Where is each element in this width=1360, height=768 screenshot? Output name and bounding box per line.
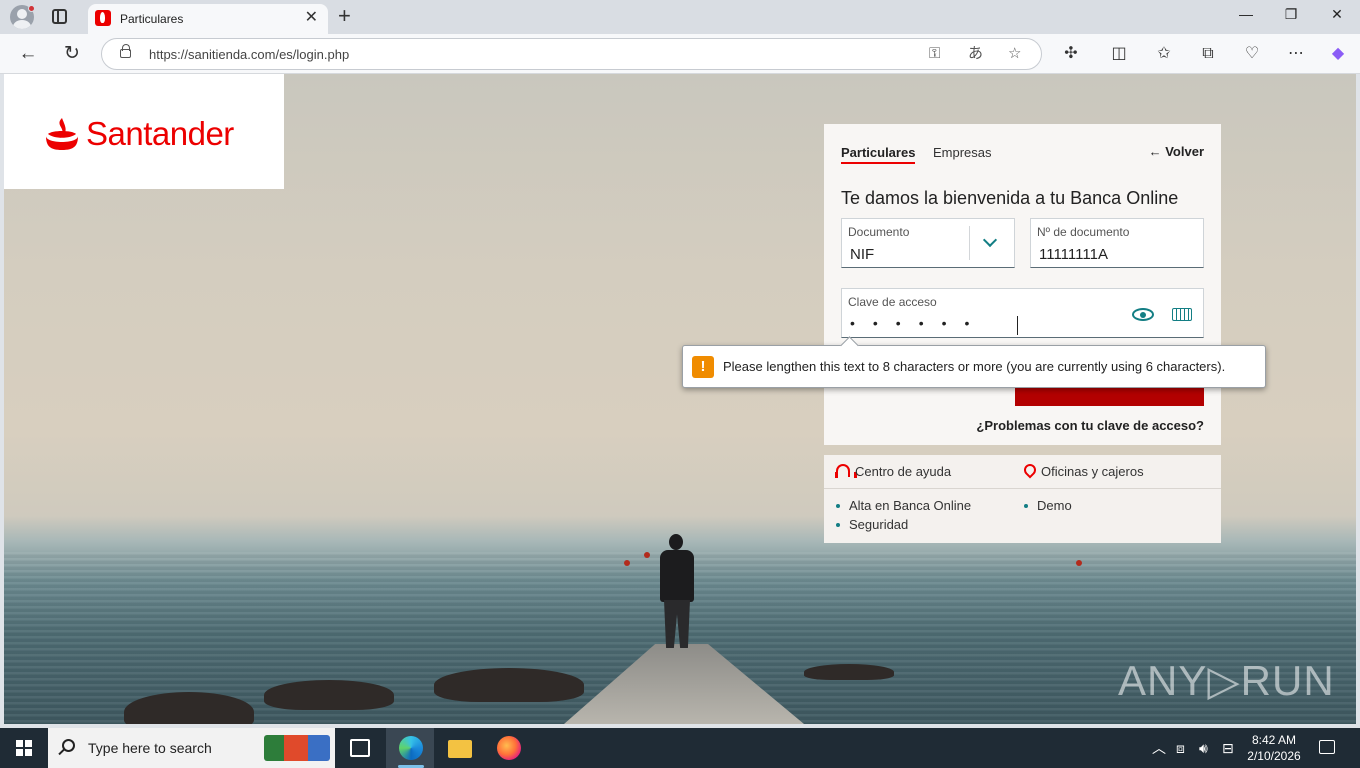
split-screen-icon[interactable]: ◫ [1108, 44, 1130, 64]
back-arrow-icon[interactable]: ← [17, 43, 39, 65]
network-icon[interactable]: ⊟ [1222, 739, 1234, 757]
meet-now-icon[interactable]: ⧈ [1176, 739, 1185, 757]
buoy [624, 560, 630, 566]
virtual-keyboard-icon[interactable] [1172, 308, 1192, 321]
document-type-value[interactable]: NIF [850, 246, 874, 263]
santander-flame-icon [46, 118, 78, 150]
location-pin-icon [1021, 461, 1039, 479]
tab-particulares[interactable]: Particulares [841, 145, 916, 164]
file-explorer-icon[interactable] [448, 740, 472, 758]
background-person [660, 550, 694, 602]
password-label: Clave de acceso [848, 295, 937, 309]
brand-name: Santander [86, 115, 234, 152]
clock-date: 2/10/2026 [1247, 749, 1301, 763]
back-link[interactable]: ← Volver [1149, 144, 1204, 159]
collections-icon[interactable]: ⧉ [1197, 44, 1219, 64]
search-highlight-gifts-icon[interactable] [264, 735, 330, 761]
tab-empresas[interactable]: Empresas [933, 145, 992, 160]
buoy [1076, 560, 1082, 566]
login-submit-button[interactable] [1015, 386, 1204, 406]
document-number-value[interactable]: 11111111A [1039, 246, 1108, 263]
background-rock [264, 680, 394, 710]
help-center-link[interactable]: Centro de ayuda [855, 464, 951, 479]
help-link-seguridad[interactable]: Seguridad [835, 517, 908, 532]
browser-essentials-icon[interactable]: ♡ [1241, 44, 1263, 64]
password-masked-value[interactable]: •••••• [850, 315, 987, 331]
profile-notification-dot [28, 5, 35, 12]
santander-favicon-icon [95, 10, 111, 26]
text-caret [1017, 316, 1018, 335]
validation-message: Please lengthen this text to 8 character… [723, 359, 1226, 374]
document-number-field[interactable]: Nº de documento 11111111A [1030, 218, 1204, 268]
chevron-down-icon[interactable] [982, 232, 998, 248]
validation-tooltip: ! Please lengthen this text to 8 charact… [682, 345, 1266, 388]
search-icon [62, 739, 75, 752]
favorite-star-icon[interactable]: ☆ [1008, 45, 1021, 63]
favorites-icon[interactable]: ✩ [1153, 44, 1175, 64]
background-rock [434, 668, 584, 702]
restore-button[interactable]: ❐ [1276, 6, 1306, 23]
taskbar-clock[interactable]: 8:42 AM 2/10/2026 [1240, 732, 1308, 764]
browser-tab-bar: Particulares ✕ + — ❐ ✕ [0, 0, 1360, 34]
notifications-icon[interactable] [1319, 740, 1335, 754]
firefox-icon[interactable] [497, 736, 521, 760]
background-rock [804, 664, 894, 680]
tab-actions-icon[interactable] [52, 9, 67, 24]
document-type-select[interactable]: Documento NIF [841, 218, 1015, 268]
extensions-icon[interactable]: ✣ [1060, 44, 1082, 64]
divider [969, 226, 970, 260]
warning-icon: ! [692, 356, 714, 378]
welcome-heading: Te damos la bienvenida a tu Banca Online [841, 188, 1179, 208]
anyrun-watermark: ANY▷RUN [1118, 657, 1335, 704]
document-number-label: Nº de documento [1037, 225, 1130, 239]
minimize-button[interactable]: — [1231, 6, 1261, 22]
password-field[interactable]: Clave de acceso •••••• [841, 288, 1204, 338]
windows-start-icon[interactable] [16, 740, 32, 756]
lock-icon[interactable] [120, 44, 131, 58]
edge-browser-icon[interactable] [399, 736, 423, 760]
background-rock [124, 692, 254, 724]
headset-icon [835, 464, 857, 478]
browser-toolbar: ← ↻ https://sanitienda.com/es/login.php … [0, 34, 1360, 74]
windows-taskbar: Type here to search ︿ ⧈ 🔊︎ ⊟ 8:42 AM 2/1… [0, 728, 1360, 768]
browser-tab-active[interactable]: Particulares ✕ [88, 4, 328, 34]
show-hidden-icons-chevron-icon[interactable]: ︿ [1152, 739, 1166, 757]
volume-icon[interactable]: 🔊︎ [1199, 739, 1208, 757]
login-card: Particulares Empresas ← Volver Te damos … [824, 124, 1221, 445]
url-text[interactable]: https://sanitienda.com/es/login.php [149, 47, 349, 62]
help-link-alta[interactable]: Alta en Banca Online [835, 498, 971, 513]
search-placeholder[interactable]: Type here to search [88, 740, 212, 756]
document-type-label: Documento [848, 225, 910, 239]
help-header: Centro de ayuda Oficinas y cajeros [824, 455, 1221, 489]
offices-link[interactable]: Oficinas y cajeros [1041, 464, 1144, 479]
taskbar-search-box[interactable]: Type here to search [48, 728, 335, 768]
close-window-button[interactable]: ✕ [1322, 6, 1352, 23]
copilot-icon[interactable]: ◆ [1327, 44, 1349, 64]
brand-logo-panel[interactable]: Santander [4, 74, 284, 189]
background-person [669, 534, 683, 550]
help-link-demo[interactable]: Demo [1024, 498, 1072, 513]
show-password-eye-icon[interactable] [1132, 308, 1154, 321]
password-problems-link[interactable]: ¿Problemas con tu clave de acceso? [976, 418, 1204, 433]
more-menu-icon[interactable]: ⋯ [1285, 44, 1307, 64]
tab-close-icon[interactable]: ✕ [305, 9, 318, 27]
task-view-icon[interactable] [350, 739, 370, 757]
new-tab-button[interactable]: + [338, 4, 351, 28]
key-icon[interactable]: ⚿ [929, 45, 940, 63]
refresh-icon[interactable]: ↻ [61, 43, 83, 65]
page-viewport: Santander Particulares Empresas ← Volver… [4, 74, 1356, 724]
help-card: Centro de ayuda Oficinas y cajeros Alta … [824, 455, 1221, 543]
buoy [644, 552, 650, 558]
tab-title: Particulares [120, 12, 184, 26]
translate-icon[interactable]: あ [968, 45, 983, 63]
address-bar[interactable]: https://sanitienda.com/es/login.php ⚿ あ … [101, 38, 1042, 70]
clock-time: 8:42 AM [1251, 733, 1297, 747]
